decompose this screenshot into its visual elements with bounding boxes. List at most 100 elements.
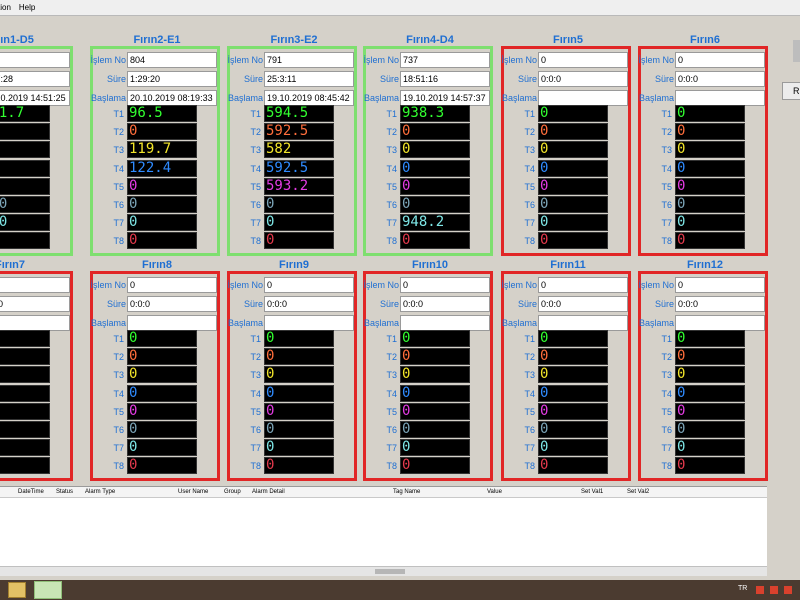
temp-label: T7 bbox=[524, 443, 535, 454]
temperature-display bbox=[0, 123, 50, 141]
field-value: 804 bbox=[127, 52, 217, 68]
field-value: 0 bbox=[400, 277, 490, 293]
temperature-display: 592.5 bbox=[264, 159, 334, 177]
temperature-display: 119.7 bbox=[127, 141, 197, 159]
temp-label: T5 bbox=[113, 406, 124, 417]
temperature-display bbox=[0, 159, 50, 177]
temp-label: T4 bbox=[250, 388, 261, 399]
temperature-display: 0 bbox=[400, 402, 470, 420]
temp-label: T6 bbox=[250, 200, 261, 210]
field-label: Süre bbox=[654, 74, 674, 84]
temp-label: T5 bbox=[250, 181, 261, 192]
temp-label: T2 bbox=[524, 127, 535, 138]
scrollbar-thumb[interactable] bbox=[375, 569, 405, 574]
folder-icon[interactable] bbox=[8, 582, 26, 598]
temperature-display bbox=[0, 457, 50, 475]
field-label: Başlama bbox=[363, 93, 399, 103]
temp-label: T6 bbox=[386, 200, 397, 210]
temperature-display: 0 bbox=[538, 196, 608, 213]
temperature-display bbox=[0, 402, 50, 420]
app-taskbar-icon[interactable] bbox=[34, 581, 62, 599]
field-value: 0:0:0 bbox=[538, 296, 628, 312]
field-label: Başlama bbox=[501, 318, 537, 328]
field-value bbox=[675, 90, 765, 106]
temperature-display: 801.7 bbox=[0, 105, 50, 122]
scroll-handle-icon[interactable] bbox=[793, 40, 800, 62]
col-datetime[interactable]: DateTime bbox=[18, 489, 44, 495]
field-value: 25:3:11 bbox=[264, 71, 354, 87]
col-tag-name[interactable]: Tag Name bbox=[393, 489, 420, 495]
field-label: Başlama bbox=[363, 318, 399, 328]
horizontal-scrollbar[interactable] bbox=[0, 566, 767, 576]
temperature-display: 0 bbox=[264, 330, 334, 347]
temperature-display bbox=[0, 141, 50, 159]
temperature-display: 0 bbox=[264, 348, 334, 366]
temperature-display: 593.2 bbox=[264, 177, 334, 195]
temperature-display: 0 bbox=[127, 402, 197, 420]
temp-label: T2 bbox=[386, 352, 397, 363]
col-set-val1[interactable]: Set Val1 bbox=[581, 489, 603, 495]
temperature-display: 0 bbox=[264, 384, 334, 402]
col-alarm-detail[interactable]: Alarm Detail bbox=[252, 489, 285, 495]
field-value: 0:0:0 bbox=[264, 296, 354, 312]
temp-label: T2 bbox=[113, 127, 124, 138]
menu-item-action[interactable]: ction bbox=[0, 3, 11, 12]
temperature-display: 0 bbox=[400, 232, 470, 250]
menu-item-help[interactable]: Help bbox=[19, 3, 35, 12]
field-value bbox=[538, 315, 628, 331]
temp-label: T6 bbox=[386, 425, 397, 435]
language-indicator[interactable]: TR bbox=[738, 585, 747, 592]
field-value bbox=[538, 90, 628, 106]
temp-label: T2 bbox=[250, 127, 261, 138]
temp-label: T1 bbox=[113, 334, 124, 344]
field-value: 0:0:0 bbox=[675, 71, 765, 87]
temp-label: T6 bbox=[661, 425, 672, 435]
col-user-name[interactable]: User Name bbox=[178, 489, 208, 495]
temp-label: T5 bbox=[661, 406, 672, 417]
temperature-display: 0 bbox=[127, 384, 197, 402]
temperature-display: 96.5 bbox=[127, 105, 197, 122]
temp-label: T1 bbox=[113, 109, 124, 119]
temp-label: T8 bbox=[386, 461, 397, 472]
temp-label: T8 bbox=[524, 236, 535, 247]
field-value bbox=[675, 315, 765, 331]
temp-label: T3 bbox=[524, 370, 535, 381]
col-set-val2[interactable]: Set Val2 bbox=[627, 489, 649, 495]
field-label: Süre bbox=[106, 299, 126, 309]
temperature-display: 0 bbox=[538, 177, 608, 195]
temperature-display: 0 bbox=[538, 232, 608, 250]
temp-label: T2 bbox=[661, 127, 672, 138]
temperature-display: 0 bbox=[675, 421, 745, 438]
col-value[interactable]: Value bbox=[487, 489, 502, 495]
field-value bbox=[0, 315, 70, 331]
side-button[interactable]: R bbox=[782, 82, 800, 100]
field-value: 0:0:0 bbox=[675, 296, 765, 312]
field-value: 18:51:16 bbox=[400, 71, 490, 87]
field-label: İşlem No bbox=[638, 280, 674, 290]
temperature-display: 0 bbox=[400, 330, 470, 347]
temperature-display: 0 bbox=[675, 384, 745, 402]
temperature-display: 0 bbox=[127, 330, 197, 347]
tray-icon[interactable] bbox=[756, 586, 764, 594]
field-value: 0 bbox=[538, 52, 628, 68]
temp-label: T3 bbox=[661, 370, 672, 381]
col-alarm-type[interactable]: Alarm Type bbox=[85, 489, 115, 495]
field-value: 0 bbox=[127, 277, 217, 293]
temp-label: T1 bbox=[250, 334, 261, 344]
temp-label: T8 bbox=[113, 461, 124, 472]
col-group[interactable]: Group bbox=[224, 489, 241, 495]
temperature-display: 0 bbox=[264, 457, 334, 475]
tray-icon[interactable] bbox=[770, 586, 778, 594]
temp-label: T3 bbox=[524, 145, 535, 156]
temperature-display: 0 bbox=[538, 402, 608, 420]
field-label: Başlama bbox=[638, 318, 674, 328]
temp-label: T5 bbox=[661, 181, 672, 192]
field-value: 0 bbox=[675, 52, 765, 68]
temp-label: T1 bbox=[386, 334, 397, 344]
temperature-display: 0 bbox=[538, 384, 608, 402]
tray-icon[interactable] bbox=[784, 586, 792, 594]
temperature-display: 0 bbox=[400, 159, 470, 177]
temp-label: T5 bbox=[386, 406, 397, 417]
temperature-display: 582 bbox=[264, 141, 334, 159]
col-status[interactable]: Status bbox=[56, 489, 73, 495]
